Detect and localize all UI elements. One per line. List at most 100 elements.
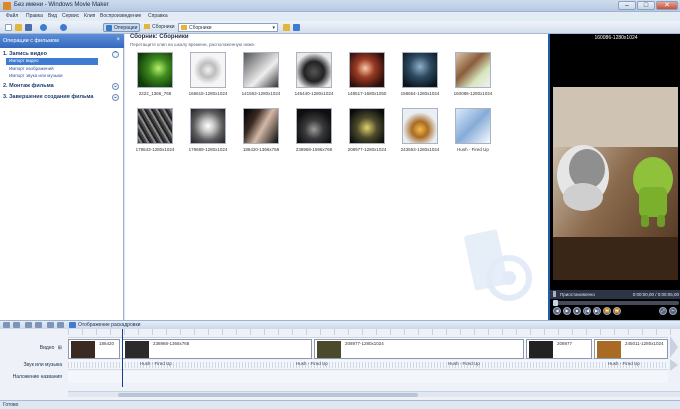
up-icon[interactable] (283, 24, 290, 31)
link-import-video[interactable]: Импорт видео (6, 58, 98, 65)
collapse-icon[interactable]: ⌃ (112, 51, 119, 58)
playhead[interactable] (122, 329, 123, 387)
timeline-scrollbar[interactable] (68, 391, 680, 397)
close-tasks-icon[interactable]: × (116, 37, 120, 43)
next-frame-icon[interactable]: ▶| (593, 307, 601, 315)
tasks-icon (106, 25, 112, 31)
track-end-arrow (670, 336, 678, 358)
menu-help[interactable]: Справка (148, 13, 168, 19)
collection-pane: Сборник: Сборники Перетащите клип на шка… (125, 34, 548, 320)
section-edit-movie[interactable]: 2. Монтаж фильма ⌄ (3, 83, 119, 92)
clip-image (296, 52, 332, 88)
play-icon[interactable]: ◀ (553, 307, 561, 315)
clip-thumbnail[interactable]: 166615-1280x1024 (188, 52, 228, 99)
timeline-video-clip[interactable]: 186420 (68, 339, 120, 359)
rewind-icon[interactable]: ⏪ (603, 307, 611, 315)
collections-button[interactable]: Сборники (143, 23, 176, 32)
timeline-video-clip[interactable]: 208977-1280x1024 (314, 339, 524, 359)
undo-icon[interactable] (40, 24, 47, 31)
clip-thumbnail[interactable]: 2222_1366_768 (135, 52, 175, 99)
menu-file[interactable]: Файл (6, 13, 18, 19)
clip-thumbnail[interactable]: 158654-1280x1024 (400, 52, 440, 99)
audio-clip-label: Hush - Fired Up (140, 361, 172, 366)
timeline-clip-thumbnail (125, 341, 149, 358)
title-overlay-track[interactable] (68, 371, 668, 383)
pause-icon[interactable]: ▶ (563, 307, 571, 315)
clip-thumbnail[interactable]: Hush - Fired Up (453, 108, 493, 155)
clip-thumbnail[interactable]: 145440-1280x1024 (294, 52, 334, 99)
clip-image (190, 52, 226, 88)
collection-header: Сборник: Сборники (130, 34, 189, 40)
zoom-out-icon[interactable] (13, 322, 20, 328)
timeline-video-clip[interactable]: 238968-1366x768 (122, 339, 312, 359)
audio-levels-icon[interactable] (57, 322, 64, 328)
clip-thumbnail[interactable]: 179689-1280x1024 (188, 108, 228, 155)
menu-clip[interactable]: Клип (84, 13, 95, 19)
video-track[interactable]: 186420 238968-1366x768 208977-1280x1024 208… (68, 337, 668, 359)
clip-thumbnail[interactable]: 186420-1366x768 (241, 108, 281, 155)
new-icon[interactable] (5, 24, 12, 31)
clip-thumbnail[interactable]: 141563-1280x1024 (241, 52, 281, 99)
seek-handle[interactable] (553, 300, 558, 306)
clip-image (296, 108, 332, 144)
scrollbar-thumb[interactable] (118, 393, 418, 397)
menu-tools[interactable]: Сервис (62, 13, 79, 19)
clip-thumbnail[interactable]: 178643-1280x1024 (135, 108, 175, 155)
timeline-clip-thumbnail (71, 341, 95, 358)
clip-name: 158654-1280x1024 (400, 91, 440, 96)
status-bar: Готово (0, 400, 680, 409)
expand-icon[interactable]: ⌄ (112, 83, 119, 90)
audio-track-label: Звук или музыка (23, 362, 63, 368)
timeline-clip-name: 208977 (557, 341, 573, 346)
minimize-button[interactable]: – (618, 1, 636, 10)
save-icon[interactable] (25, 24, 32, 31)
clip-name: 186420-1366x768 (242, 147, 280, 152)
storyboard-toggle[interactable]: Отображение раскадровки (78, 322, 140, 328)
menu-view[interactable]: Вид (48, 13, 57, 19)
zoom-in-icon[interactable] (3, 322, 10, 328)
clip-name: Hush - Fired Up (457, 147, 489, 152)
rewind-storyboard-icon[interactable] (25, 322, 32, 328)
fullscreen-icon[interactable]: ⤢ (659, 307, 667, 315)
collection-hint: Перетащите клип на шкалу времени, распол… (130, 42, 256, 47)
collection-select[interactable]: Сборники ▾ (178, 23, 278, 32)
menu-play[interactable]: Воспроизведение (100, 13, 141, 19)
clip-thumbnail[interactable]: 160086-1280x1024 (453, 52, 493, 99)
clip-image (137, 52, 173, 88)
clip-image (243, 52, 279, 88)
timeline-clip-thumbnail (597, 341, 621, 358)
clip-thumbnail[interactable]: 208977-1280x1024 (347, 108, 387, 155)
tasks-button[interactable]: Операции (103, 23, 140, 32)
fast-forward-icon[interactable]: ⏩ (613, 307, 621, 315)
clip-thumbnail[interactable]: 243553-1280x1024 (400, 108, 440, 155)
split-icon[interactable]: ✂ (669, 307, 677, 315)
maximize-button[interactable]: □ (637, 1, 655, 10)
expand-icon[interactable]: ⌄ (112, 94, 119, 101)
redo-icon[interactable] (60, 24, 67, 31)
time-ruler[interactable] (68, 329, 680, 335)
timeline-video-clip[interactable]: 245011-1280x1024 (594, 339, 668, 359)
audio-clip-label: Hush - Fired Up (448, 361, 480, 366)
storyboard-toggle-icon[interactable] (69, 322, 76, 328)
preview-title: 160086-1280x1024 (594, 35, 638, 41)
link-import-audio[interactable]: Импорт звука или музыки (9, 73, 63, 78)
narrate-icon[interactable] (47, 322, 54, 328)
audio-track[interactable]: Hush - Fired Up Hush - Fired Up Hush - F… (68, 360, 668, 370)
clip-thumbnail[interactable]: 238968-1596x768 (294, 108, 334, 155)
clip-thumbnail[interactable]: 148517-1680x1050 (347, 52, 387, 99)
views-icon[interactable] (293, 24, 300, 31)
track-end-arrow (670, 359, 678, 371)
previous-frame-icon[interactable]: |◀ (583, 307, 591, 315)
expand-track-icon[interactable]: ⊞ (58, 345, 62, 351)
open-icon[interactable] (15, 24, 22, 31)
seek-bar[interactable] (553, 300, 679, 306)
timeline-video-clip[interactable]: 208977 (526, 339, 592, 359)
play-storyboard-icon[interactable] (35, 322, 42, 328)
menu-edit[interactable]: Правка (26, 13, 43, 19)
close-button[interactable]: ✕ (656, 1, 678, 10)
playback-status: Приостановлено (560, 292, 595, 297)
stop-icon[interactable]: ■ (573, 307, 581, 315)
link-import-pictures[interactable]: Импорт изображений (9, 66, 54, 71)
section-finish-movie[interactable]: 3. Завершение создания фильма ⌄ (3, 94, 119, 103)
clip-image (402, 52, 438, 88)
